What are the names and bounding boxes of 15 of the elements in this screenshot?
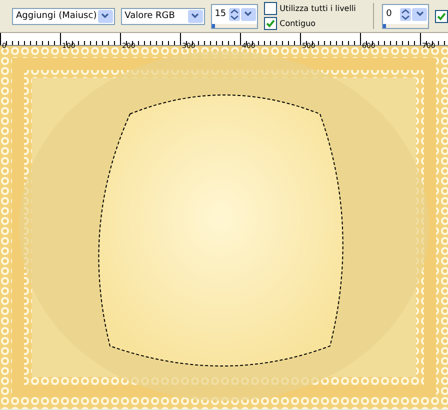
chevron-down-icon [244,11,252,17]
chevron-down-icon [101,13,110,19]
match-mode-dropdown[interactable]: Valore RGB [120,8,205,24]
mode-dropdown[interactable]: Aggiungi (Maiusc) [12,8,115,24]
number-spin-field[interactable]: 0 [382,4,430,28]
checkbox[interactable] [264,2,277,15]
checkbox-label: Utilizza tutti i livelli [280,4,356,13]
checkbox[interactable] [435,10,448,22]
chevron-down-icon [416,11,424,17]
chevron-down-icon [191,13,200,19]
checkbox[interactable] [264,17,277,30]
up-down-arrows-icon[interactable] [228,8,240,20]
up-down-arrows-icon[interactable] [400,8,412,20]
checkbox-label: Contiguo [280,19,316,28]
number-spin-field[interactable]: 15 [210,4,258,28]
